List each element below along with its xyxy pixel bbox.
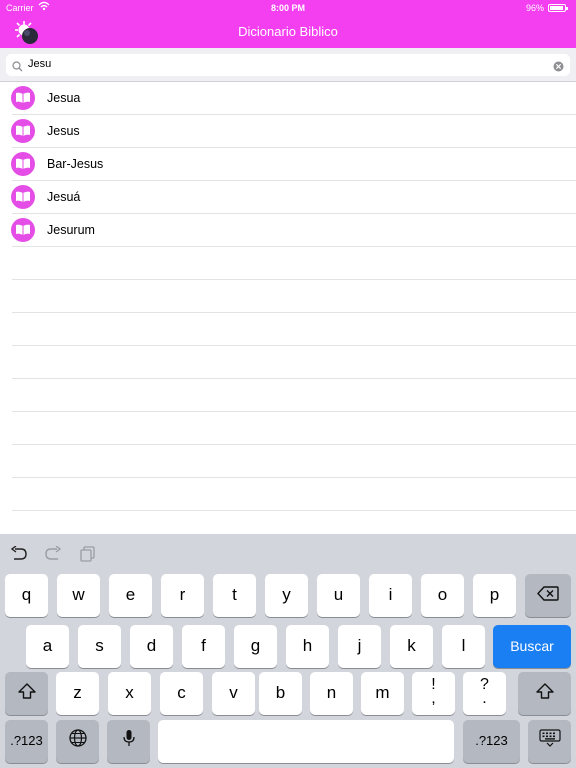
key-q[interactable]: q — [5, 574, 48, 617]
search-input[interactable]: Jesu — [6, 54, 570, 76]
microphone-icon — [122, 721, 135, 763]
undo-icon[interactable] — [10, 545, 28, 565]
key-k[interactable]: k — [390, 625, 433, 668]
status-time: 8:00 PM — [270, 3, 305, 13]
key-f[interactable]: f — [182, 625, 225, 668]
shift-icon — [17, 673, 36, 715]
list-item-label: Jesurum — [47, 223, 95, 237]
numbers-key-right[interactable]: .?123 — [463, 720, 520, 763]
backspace-icon — [537, 575, 559, 617]
shift-key-left[interactable] — [5, 672, 48, 715]
key-d[interactable]: d — [130, 625, 173, 668]
key-u[interactable]: u — [317, 574, 360, 617]
list-item-label: Jesuá — [47, 190, 81, 204]
list-item[interactable]: Jesus — [0, 115, 576, 148]
row-divider — [12, 345, 576, 346]
open-book-icon — [11, 119, 35, 143]
app-header: Carrier 8:00 PM 96% Dicionario Biblico — [0, 0, 576, 48]
row-divider — [12, 444, 576, 445]
search-value: Jesu — [28, 58, 52, 70]
key-b[interactable]: b — [259, 672, 302, 715]
key-period-label: . — [482, 690, 487, 707]
key-n[interactable]: n — [310, 672, 353, 715]
keyboard-toolbar — [0, 534, 576, 572]
key-i[interactable]: i — [369, 574, 412, 617]
page-title: Dicionario Biblico — [238, 24, 338, 39]
key-e[interactable]: e — [109, 574, 152, 617]
key-t[interactable]: t — [213, 574, 256, 617]
key-p[interactable]: p — [473, 574, 516, 617]
key-o[interactable]: o — [421, 574, 464, 617]
key-h[interactable]: h — [286, 625, 329, 668]
search-bar: Jesu — [0, 48, 576, 82]
key-exclam-comma[interactable]: !, — [412, 672, 455, 715]
key-l[interactable]: l — [442, 625, 485, 668]
space-key[interactable] — [158, 720, 454, 763]
row-divider — [12, 378, 576, 379]
key-s[interactable]: s — [78, 625, 121, 668]
key-a[interactable]: a — [26, 625, 69, 668]
list-item-label: Jesus — [47, 124, 80, 138]
key-c[interactable]: c — [160, 672, 203, 715]
key-j[interactable]: j — [338, 625, 381, 668]
open-book-icon — [11, 152, 35, 176]
row-divider — [12, 510, 576, 511]
keyboard-dismiss-icon — [538, 721, 561, 763]
row-divider — [12, 279, 576, 280]
list-item-label: Bar-Jesus — [47, 157, 104, 171]
open-book-icon — [11, 185, 35, 209]
hide-keyboard-key[interactable] — [528, 720, 571, 763]
row-divider — [12, 477, 576, 478]
key-r[interactable]: r — [161, 574, 204, 617]
key-y[interactable]: y — [265, 574, 308, 617]
key-g[interactable]: g — [234, 625, 277, 668]
key-x[interactable]: x — [108, 672, 151, 715]
backspace-key[interactable] — [525, 574, 571, 617]
key-question-period[interactable]: ?. — [463, 672, 506, 715]
row-divider — [12, 411, 576, 412]
results-list: Jesua Jesus Bar-Jesus Jesuá Jesurum — [0, 82, 576, 534]
row-divider — [12, 246, 576, 247]
list-item-label: Jesua — [47, 91, 81, 105]
list-item[interactable]: Jesuá — [0, 181, 576, 214]
keyboard: q w e r t y u i o p a s d f g h j k l Bu… — [0, 534, 576, 768]
key-comma-label: , — [431, 690, 436, 707]
key-v[interactable]: v — [212, 672, 255, 715]
battery-percent: 96% — [525, 3, 544, 13]
list-item[interactable]: Bar-Jesus — [0, 148, 576, 181]
globe-key[interactable] — [56, 720, 99, 763]
clear-circle-icon[interactable] — [553, 59, 564, 77]
open-book-icon — [11, 218, 35, 242]
paste-icon[interactable] — [80, 546, 96, 567]
magnifier-icon — [12, 59, 23, 77]
list-item[interactable]: Jesurum — [0, 214, 576, 247]
shift-icon — [535, 673, 554, 715]
dictation-key[interactable] — [107, 720, 150, 763]
open-book-icon — [11, 86, 35, 110]
shift-key-right[interactable] — [518, 672, 571, 715]
battery-icon — [548, 4, 568, 12]
key-w[interactable]: w — [57, 574, 100, 617]
status-bar: Carrier 8:00 PM 96% — [0, 0, 576, 16]
globe-icon — [68, 721, 87, 763]
key-m[interactable]: m — [361, 672, 404, 715]
numbers-key-left[interactable]: .?123 — [5, 720, 48, 763]
key-z[interactable]: z — [56, 672, 99, 715]
list-item[interactable]: Jesua — [0, 82, 576, 115]
search-key[interactable]: Buscar — [493, 625, 571, 668]
redo-icon[interactable] — [44, 545, 62, 565]
row-divider — [12, 312, 576, 313]
